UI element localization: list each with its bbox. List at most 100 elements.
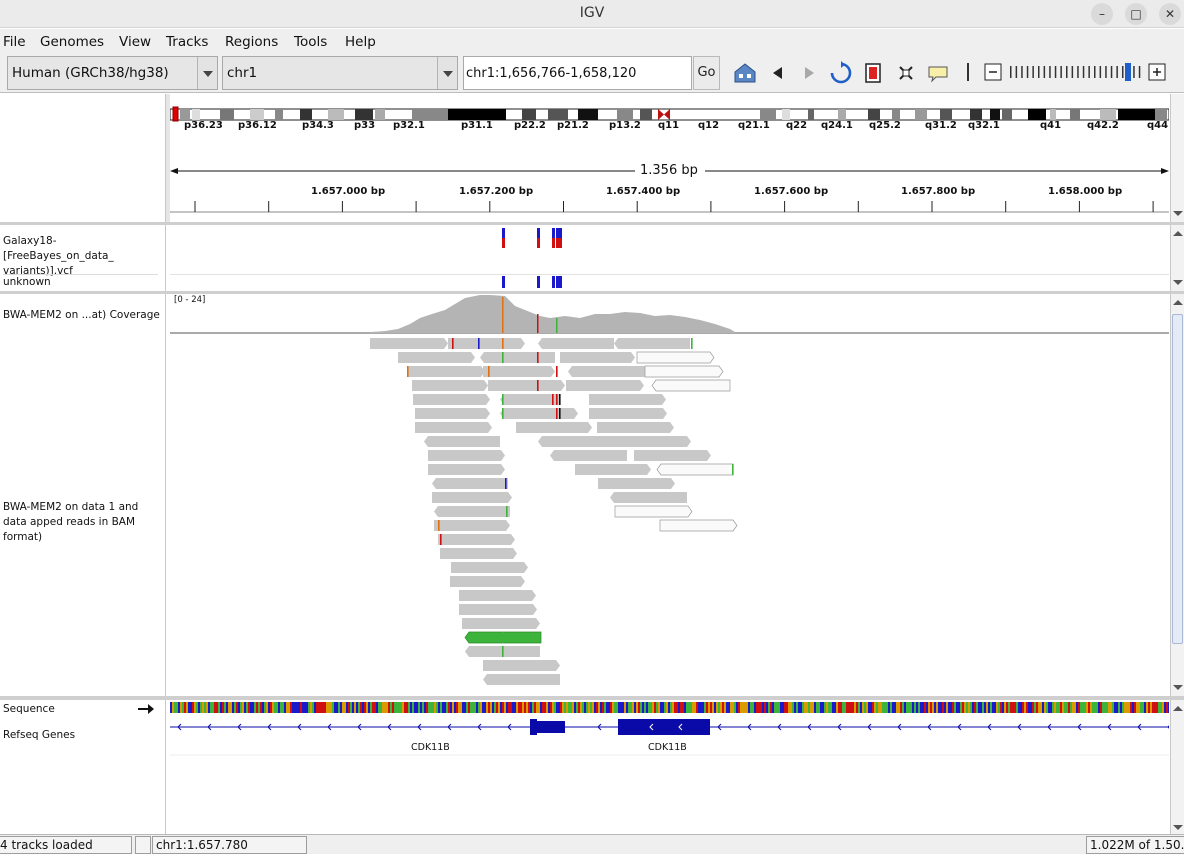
- sequence-base: [436, 702, 438, 713]
- sequence-base: [886, 702, 888, 713]
- gene-name-label: CDK11B: [648, 742, 687, 753]
- scroll-down-icon[interactable]: [1173, 280, 1183, 285]
- resize-icon[interactable]: [894, 61, 918, 85]
- menu-tools[interactable]: Tools: [294, 34, 327, 50]
- menu-view[interactable]: View: [119, 34, 151, 50]
- home-icon[interactable]: [733, 61, 757, 85]
- back-icon[interactable]: [766, 61, 790, 85]
- forward-icon[interactable]: [797, 61, 821, 85]
- aligned-read: [398, 352, 475, 363]
- vcf-variant-track[interactable]: [170, 225, 1169, 291]
- sequence-base: [772, 702, 774, 713]
- menu-file[interactable]: File: [3, 34, 26, 50]
- vcf-track-name[interactable]: Galaxy18-[FreeBayes_on_data_ variants)].…: [3, 234, 163, 279]
- sequence-base: [792, 702, 794, 713]
- sequence-base: [452, 702, 454, 713]
- sequence-base: [918, 702, 920, 713]
- scroll-up-icon[interactable]: [1173, 706, 1183, 711]
- sequence-base: [446, 702, 448, 713]
- go-button[interactable]: Go: [693, 56, 720, 90]
- sequence-base: [402, 702, 404, 713]
- sequence-base: [782, 702, 784, 713]
- locus-input[interactable]: chr1:1,656,766-1,658,120: [463, 56, 692, 90]
- sequence-base: [784, 702, 786, 713]
- vcf-scrollbar[interactable]: [1170, 225, 1184, 291]
- sequence-base: [182, 702, 184, 713]
- feature-scrollbar[interactable]: [1170, 700, 1184, 834]
- menu-tracks[interactable]: Tracks: [166, 34, 208, 50]
- scroll-up-icon[interactable]: [1173, 231, 1183, 236]
- zoom-slider[interactable]: [984, 61, 1184, 85]
- menu-genomes[interactable]: Genomes: [40, 34, 104, 50]
- menu-regions[interactable]: Regions: [225, 34, 278, 50]
- sequence-base: [942, 702, 944, 713]
- band-label: p22.2: [514, 120, 546, 131]
- sequence-base: [396, 702, 398, 713]
- sequence-base: [622, 702, 624, 713]
- scroll-down-icon[interactable]: [1173, 685, 1183, 690]
- sequence-base: [1076, 702, 1078, 713]
- scroll-down-icon[interactable]: [1173, 825, 1183, 830]
- memory-status[interactable]: 1.022M of 1.50...: [1086, 836, 1184, 854]
- read-mismatch: [537, 380, 539, 391]
- sequence-base: [270, 702, 272, 713]
- sequence-base: [872, 702, 874, 713]
- variant-mark: [559, 238, 562, 248]
- menu-help[interactable]: Help: [345, 34, 376, 50]
- alignment-scrollbar[interactable]: [1170, 294, 1184, 696]
- minimize-button[interactable]: –: [1091, 3, 1113, 25]
- header-scrollbar[interactable]: [1170, 94, 1184, 222]
- coverage-mismatch: [502, 297, 504, 333]
- popup-info-icon[interactable]: [926, 61, 950, 85]
- sequence-base: [1052, 702, 1054, 713]
- coverage-track-name[interactable]: BWA-MEM2 on ...at) Coverage: [3, 308, 160, 323]
- sequence-base: [1112, 702, 1114, 713]
- refresh-icon[interactable]: [829, 61, 853, 85]
- sequence-base: [972, 702, 974, 713]
- zoom-tick: [1071, 66, 1074, 78]
- scroll-down-icon[interactable]: [1173, 211, 1183, 216]
- aligned-read: [634, 450, 711, 461]
- sequence-base: [1080, 702, 1082, 713]
- aligned-read: [483, 674, 560, 685]
- sequence-base: [1126, 702, 1128, 713]
- sequence-base: [960, 702, 962, 713]
- sequence-base: [340, 702, 342, 713]
- cytoband: [300, 109, 312, 120]
- aligned-read: [589, 408, 667, 419]
- sequence-base: [808, 702, 810, 713]
- sequence-base: [880, 702, 882, 713]
- aligned-read: [566, 380, 644, 391]
- read-mismatch: [478, 338, 480, 349]
- maximize-button[interactable]: □: [1125, 3, 1147, 25]
- sequence-track-name[interactable]: Sequence: [3, 702, 55, 717]
- chromosome-select[interactable]: chr1: [222, 56, 458, 90]
- sequence-base: [462, 702, 464, 713]
- band-label: q31.2: [925, 120, 957, 131]
- sequence-base: [268, 702, 270, 713]
- refseq-track-name[interactable]: Refseq Genes: [3, 728, 75, 743]
- feature-track[interactable]: [170, 700, 1169, 834]
- cytoband: [808, 109, 814, 120]
- chevron-down-icon[interactable]: [437, 57, 457, 89]
- sequence-base: [774, 702, 776, 713]
- alignment-track-name[interactable]: BWA-MEM2 on data 1 and data apped reads …: [3, 500, 163, 545]
- sequence-base: [504, 702, 506, 713]
- sequence-base: [846, 702, 848, 713]
- read-mismatch: [502, 408, 504, 419]
- genome-select[interactable]: Human (GRCh38/hg38): [7, 56, 218, 90]
- scroll-up-icon[interactable]: [1173, 300, 1183, 305]
- sequence-base: [178, 702, 180, 713]
- region-of-interest-icon[interactable]: [861, 61, 885, 85]
- vcf-sample-name[interactable]: unknown: [3, 275, 51, 290]
- strand-arrow-icon[interactable]: [137, 702, 155, 716]
- chevron-down-icon[interactable]: [197, 57, 217, 89]
- close-button[interactable]: ✕: [1159, 3, 1181, 25]
- sequence-base: [514, 702, 516, 713]
- cytoband: [868, 109, 880, 120]
- alignment-track[interactable]: [170, 294, 1169, 696]
- scroll-thumb[interactable]: [1172, 314, 1183, 644]
- variant-mark: [552, 228, 555, 238]
- sequence-base: [534, 702, 536, 713]
- sequence-base: [560, 702, 562, 713]
